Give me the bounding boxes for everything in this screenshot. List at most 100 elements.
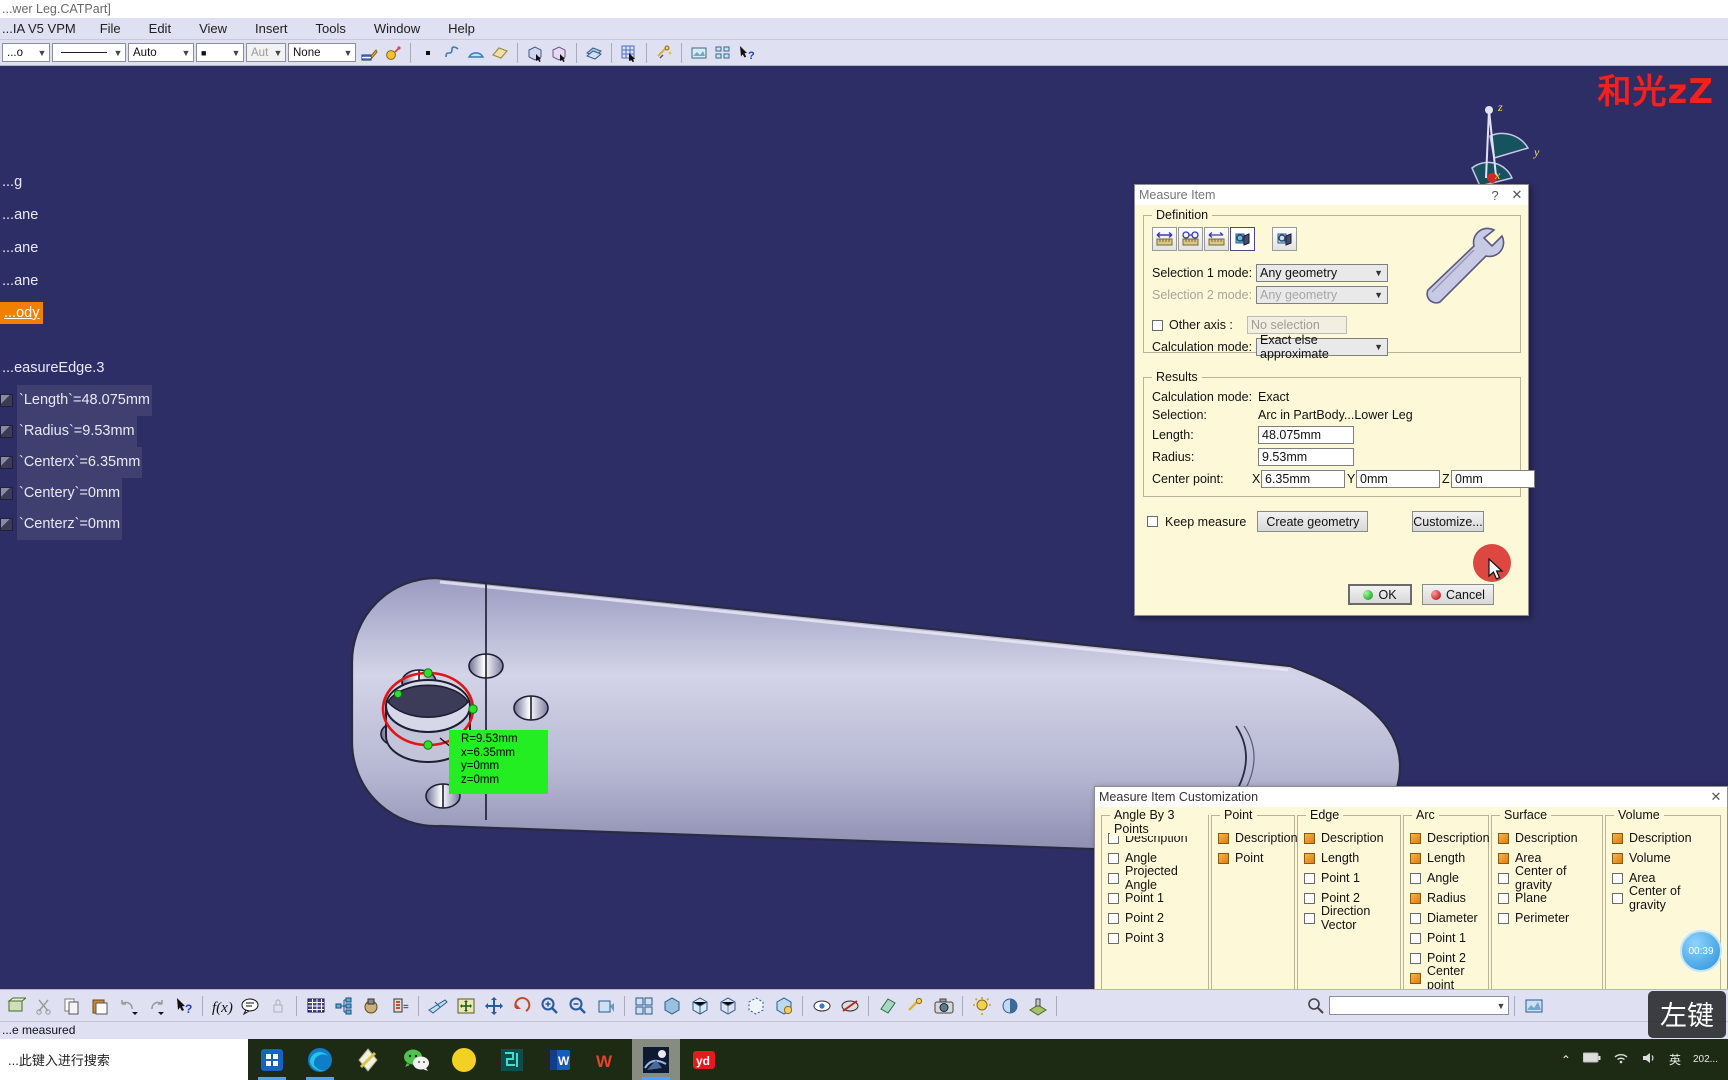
- center-z-field[interactable]: 0mm: [1451, 470, 1535, 488]
- other-axis-field[interactable]: No selection: [1247, 316, 1347, 334]
- wifi-icon[interactable]: [1613, 1052, 1629, 1067]
- cut-plane-icon[interactable]: [874, 992, 901, 1019]
- hide-show-icon[interactable]: [808, 992, 835, 1019]
- formula-icon[interactable]: f(x): [208, 992, 235, 1019]
- cancel-button[interactable]: Cancel: [1422, 584, 1494, 605]
- checkbox-row[interactable]: Point 2: [1108, 908, 1208, 928]
- center-y-field[interactable]: 0mm: [1356, 470, 1440, 488]
- edge-point1-checkbox[interactable]: [1304, 872, 1315, 884]
- comment-icon[interactable]: [236, 992, 263, 1019]
- taskbar-search-box[interactable]: ...此键入进行搜索: [0, 1039, 248, 1080]
- checkbox-row[interactable]: Length: [1304, 848, 1400, 868]
- keep-measure-checkbox[interactable]: [1147, 516, 1158, 527]
- checkbox-row[interactable]: Description: [1498, 828, 1602, 848]
- other-axis-checkbox[interactable]: [1152, 319, 1163, 331]
- checkbox-row[interactable]: Center point: [1410, 964, 1488, 989]
- paste-icon[interactable]: [86, 992, 113, 1019]
- paint-brush-icon[interactable]: [358, 42, 380, 64]
- apply-material-icon[interactable]: [902, 992, 929, 1019]
- checkbox-row[interactable]: Diameter: [1410, 908, 1488, 928]
- what-is-this-icon[interactable]: ?: [736, 42, 758, 64]
- checkbox-row[interactable]: Point: [1218, 848, 1294, 868]
- volume-cog-checkbox[interactable]: [1612, 892, 1623, 904]
- menu-edit[interactable]: Edit: [135, 19, 185, 38]
- pad-select-icon[interactable]: [524, 42, 546, 64]
- teamviewer-icon[interactable]: [488, 1039, 536, 1080]
- security-icon[interactable]: [358, 992, 385, 1019]
- angle3-point2-checkbox[interactable]: [1108, 912, 1119, 924]
- custom-view-icon[interactable]: [770, 992, 797, 1019]
- angle3-angle-checkbox[interactable]: [1108, 852, 1119, 864]
- checkbox-row[interactable]: Center of gravity: [1498, 864, 1602, 892]
- catia-icon[interactable]: [632, 1039, 680, 1080]
- measure-between-icon[interactable]: [1152, 227, 1177, 251]
- microsoft-store-icon[interactable]: [248, 1039, 296, 1080]
- measure-between-2-icon[interactable]: [1178, 227, 1203, 251]
- youdao-icon[interactable]: yd: [680, 1039, 728, 1080]
- 3d-viewport[interactable]: 和光zZ z y x ...g ...ane ...ane ...ane ...…: [0, 66, 1728, 989]
- volume-icon[interactable]: [1641, 1052, 1657, 1067]
- checkbox-row[interactable]: Volume: [1612, 848, 1720, 868]
- arc-icon[interactable]: [465, 42, 487, 64]
- surface-icon[interactable]: [489, 42, 511, 64]
- chevron-up-icon[interactable]: ⌃: [1561, 1053, 1571, 1067]
- render-icon[interactable]: [1520, 992, 1547, 1019]
- volume-area-checkbox[interactable]: [1612, 872, 1623, 884]
- taskbar-clock[interactable]: 202...: [1693, 1054, 1718, 1065]
- close-icon[interactable]: ✕: [1705, 788, 1727, 806]
- checkbox-row[interactable]: Description: [1304, 828, 1400, 848]
- checkbox-row[interactable]: Point 1: [1410, 928, 1488, 948]
- result-length-field[interactable]: 48.075mm: [1258, 426, 1354, 444]
- normal-view-icon[interactable]: [592, 992, 619, 1019]
- arc-description-checkbox[interactable]: [1410, 832, 1421, 844]
- checkbox-row[interactable]: Center of gravity: [1612, 884, 1720, 912]
- checkbox-row[interactable]: Projected Angle: [1108, 864, 1208, 892]
- shading-icon[interactable]: [658, 992, 685, 1019]
- menu-help[interactable]: Help: [434, 19, 489, 38]
- battery-icon[interactable]: [1582, 1052, 1601, 1067]
- copy-icon[interactable]: [58, 992, 85, 1019]
- surface-perimeter-checkbox[interactable]: [1498, 912, 1509, 924]
- angle3-projected-angle-checkbox[interactable]: [1108, 872, 1119, 884]
- rotate-icon[interactable]: [508, 992, 535, 1019]
- image-capture-icon[interactable]: [688, 42, 710, 64]
- checkbox-row[interactable]: Radius: [1410, 888, 1488, 908]
- depth-effect-icon[interactable]: [996, 992, 1023, 1019]
- wireframe-icon[interactable]: [714, 992, 741, 1019]
- sketch-app-icon[interactable]: [344, 1039, 392, 1080]
- customize-button[interactable]: Customize...: [1412, 511, 1484, 532]
- checkbox-row[interactable]: Description: [1410, 828, 1490, 848]
- cut-icon[interactable]: [30, 992, 57, 1019]
- microsoft-word-icon[interactable]: W: [536, 1039, 584, 1080]
- angle3-point1-checkbox[interactable]: [1108, 892, 1119, 904]
- checkbox-row[interactable]: Point 3: [1108, 928, 1208, 948]
- arc-angle-checkbox[interactable]: [1410, 872, 1421, 884]
- search-icon[interactable]: [1302, 992, 1329, 1019]
- arc-point2-checkbox[interactable]: [1410, 952, 1421, 964]
- checkbox-row[interactable]: Perimeter: [1498, 908, 1602, 928]
- menu-window[interactable]: Window: [360, 19, 434, 38]
- linewidth-combo[interactable]: Auto ▼: [128, 43, 194, 62]
- edge-length-checkbox[interactable]: [1304, 852, 1315, 864]
- arc-length-checkbox[interactable]: [1410, 852, 1421, 864]
- point-description-checkbox[interactable]: [1218, 832, 1229, 844]
- edge-point2-checkbox[interactable]: [1304, 892, 1315, 904]
- qq-browser-icon[interactable]: [440, 1039, 488, 1080]
- create-geometry-button[interactable]: Create geometry: [1257, 511, 1369, 532]
- microsoft-edge-icon[interactable]: [296, 1039, 344, 1080]
- measure-item-icon[interactable]: [1230, 227, 1255, 251]
- surface-area-checkbox[interactable]: [1498, 852, 1509, 864]
- grid-snap-icon[interactable]: [618, 42, 640, 64]
- arc-radius-checkbox[interactable]: [1410, 892, 1421, 904]
- pan-icon[interactable]: [480, 992, 507, 1019]
- zoom-out-icon[interactable]: [564, 992, 591, 1019]
- swap-visible-icon[interactable]: [836, 992, 863, 1019]
- hidden-edges-icon[interactable]: [742, 992, 769, 1019]
- measure-item-dialog[interactable]: Measure Item ? ✕ Definition Selection 1 …: [1134, 184, 1535, 616]
- new-icon[interactable]: [2, 992, 29, 1019]
- calc-mode-select[interactable]: Exact else approximate ▼: [1256, 333, 1388, 361]
- volume-description-checkbox[interactable]: [1612, 832, 1623, 844]
- table-icon[interactable]: [302, 992, 329, 1019]
- fly-mode-icon[interactable]: [424, 992, 451, 1019]
- edge-description-checkbox[interactable]: [1304, 832, 1315, 844]
